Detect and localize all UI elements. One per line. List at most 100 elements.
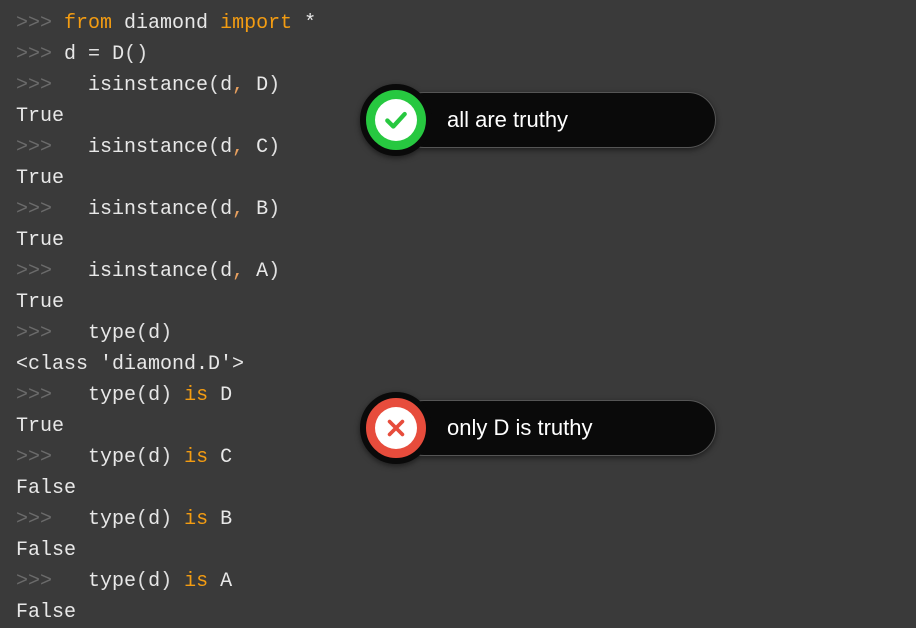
repl-output-line: False	[16, 535, 916, 566]
repl-prompt: >>>	[16, 74, 64, 97]
repl-prompt: >>>	[16, 198, 64, 221]
output-text: True	[16, 229, 64, 252]
code-token: diamond	[124, 12, 208, 35]
truthy-badge: all are truthy	[360, 84, 716, 156]
falsy-badge-label: only D is truthy	[447, 415, 593, 441]
code-token: d	[148, 322, 160, 345]
code-token: C	[220, 446, 232, 469]
code-token: d	[148, 446, 160, 469]
code-token: isinstance	[88, 74, 208, 97]
falsy-badge-pill: only D is truthy	[396, 400, 716, 456]
repl-output-line: True	[16, 163, 916, 194]
code-token: is	[184, 570, 208, 593]
code-token: (	[136, 322, 148, 345]
code-token: (	[208, 260, 220, 283]
code-token: ,	[232, 260, 244, 283]
output-text: True	[16, 167, 64, 190]
code-token: )	[268, 260, 280, 283]
cross-icon	[360, 392, 432, 464]
code-token: )	[160, 508, 172, 531]
repl-output-line: <class 'diamond.D'>	[16, 349, 916, 380]
repl-input-line: >>> isinstance(d, A)	[16, 256, 916, 287]
repl-prompt: >>>	[16, 43, 64, 66]
code-token: D	[256, 74, 268, 97]
code-token: )	[268, 136, 280, 159]
repl-output-line: False	[16, 473, 916, 504]
repl-input-line: >>> type(d) is B	[16, 504, 916, 535]
code-token: (	[136, 570, 148, 593]
code-token: type	[88, 446, 136, 469]
code-token: d	[148, 384, 160, 407]
truthy-badge-label: all are truthy	[447, 107, 568, 133]
code-token: D	[220, 384, 232, 407]
repl-prompt: >>>	[16, 570, 64, 593]
code-token: from	[64, 12, 112, 35]
code-token: A	[256, 260, 268, 283]
code-token: d	[148, 570, 160, 593]
repl-output-line: False	[16, 597, 916, 628]
code-token: ,	[232, 74, 244, 97]
output-text: <class 'diamond.D'>	[16, 353, 244, 376]
repl-prompt: >>>	[16, 322, 64, 345]
code-token: (	[136, 446, 148, 469]
code-token: type	[88, 322, 136, 345]
repl-input-line: >>> from diamond import *	[16, 8, 916, 39]
repl-prompt: >>>	[16, 136, 64, 159]
code-token: )	[268, 198, 280, 221]
code-token: (	[208, 74, 220, 97]
code-token: is	[184, 384, 208, 407]
falsy-badge: only D is truthy	[360, 392, 716, 464]
check-icon	[360, 84, 432, 156]
code-token: )	[268, 74, 280, 97]
code-token: type	[88, 570, 136, 593]
repl-prompt: >>>	[16, 446, 64, 469]
code-token: isinstance	[88, 260, 208, 283]
code-token: d	[220, 198, 232, 221]
repl-input-line: >>> type(d) is A	[16, 566, 916, 597]
code-token: ,	[232, 136, 244, 159]
code-token: )	[160, 384, 172, 407]
code-token: isinstance	[88, 136, 208, 159]
code-token: ,	[232, 198, 244, 221]
code-token: *	[304, 12, 316, 35]
code-token: d	[220, 136, 232, 159]
code-token: d	[220, 260, 232, 283]
code-token: isinstance	[88, 198, 208, 221]
code-token: D	[112, 43, 124, 66]
repl-prompt: >>>	[16, 508, 64, 531]
truthy-badge-pill: all are truthy	[396, 92, 716, 148]
code-token: (	[208, 198, 220, 221]
code-token: C	[256, 136, 268, 159]
code-token: ()	[124, 43, 148, 66]
code-token: d	[220, 74, 232, 97]
repl-input-line: >>> type(d)	[16, 318, 916, 349]
repl-output-line: True	[16, 225, 916, 256]
output-text: False	[16, 539, 76, 562]
code-token: is	[184, 508, 208, 531]
code-token: )	[160, 446, 172, 469]
code-token: is	[184, 446, 208, 469]
code-token: (	[136, 384, 148, 407]
output-text: True	[16, 105, 64, 128]
code-token: import	[220, 12, 292, 35]
code-token: d	[64, 43, 76, 66]
repl-input-line: >>> isinstance(d, B)	[16, 194, 916, 225]
code-token: type	[88, 508, 136, 531]
repl-prompt: >>>	[16, 12, 64, 35]
code-token: type	[88, 384, 136, 407]
repl-input-line: >>> d = D()	[16, 39, 916, 70]
code-token: A	[220, 570, 232, 593]
code-token: )	[160, 322, 172, 345]
code-token: )	[160, 570, 172, 593]
output-text: True	[16, 415, 64, 438]
repl-prompt: >>>	[16, 384, 64, 407]
code-token: (	[208, 136, 220, 159]
code-token: B	[220, 508, 232, 531]
code-token: B	[256, 198, 268, 221]
output-text: False	[16, 477, 76, 500]
output-text: False	[16, 601, 76, 624]
code-token: =	[88, 43, 100, 66]
repl-prompt: >>>	[16, 260, 64, 283]
output-text: True	[16, 291, 64, 314]
code-token: (	[136, 508, 148, 531]
